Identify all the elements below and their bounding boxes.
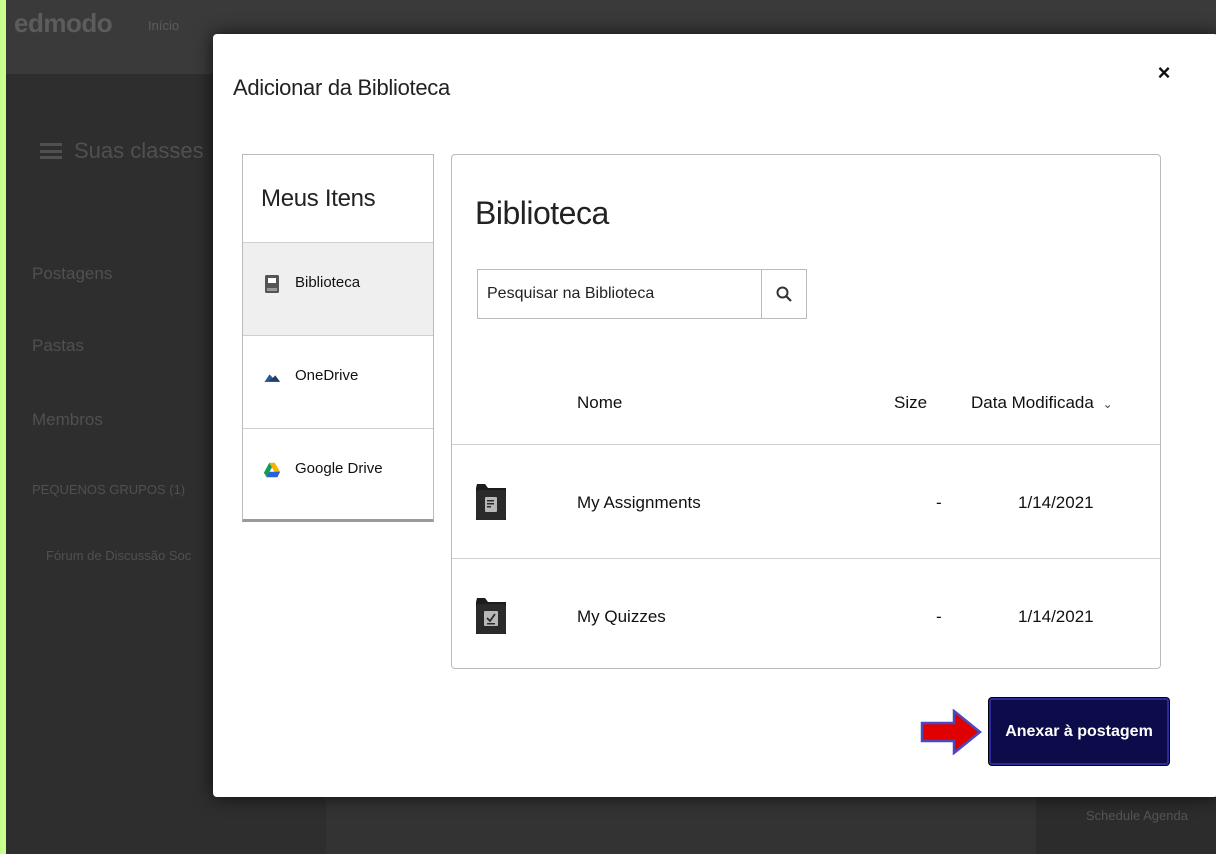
- add-from-library-dialog: Adicionar da Biblioteca × Meus Itens Bib…: [213, 34, 1216, 797]
- nav-postagens: Postagens: [32, 264, 113, 283]
- source-item-biblioteca[interactable]: Biblioteca: [243, 243, 433, 336]
- library-panel: Biblioteca Nome Size Data Modificada ⌄ M…: [451, 154, 1161, 669]
- quiz-folder-icon: [476, 598, 506, 634]
- row-size: -: [936, 607, 942, 626]
- nav-group-item: Fórum de Discussão Soc: [46, 548, 192, 563]
- nav-pequenos-grupos: PEQUENOS GRUPOS (1): [32, 482, 186, 497]
- panel-title: Biblioteca: [475, 195, 609, 231]
- attach-to-post-button[interactable]: Anexar à postagem: [989, 698, 1169, 765]
- column-header-date-label: Data Modificada: [971, 393, 1094, 412]
- search-input[interactable]: [478, 270, 761, 318]
- source-label: OneDrive: [295, 367, 359, 384]
- edmodo-logo: edmodo: [14, 8, 113, 38]
- menu-icon: [40, 143, 62, 159]
- schedule-label: Schedule Agenda: [1086, 808, 1188, 823]
- nav-membros: Membros: [32, 410, 103, 429]
- dialog-title: Adicionar da Biblioteca: [233, 75, 450, 100]
- nav-pastas: Pastas: [32, 336, 84, 355]
- row-name: My Quizzes: [577, 607, 666, 626]
- close-button[interactable]: ×: [1151, 60, 1177, 86]
- source-label: Biblioteca: [295, 274, 361, 291]
- classes-label: Suas classes: [74, 138, 204, 163]
- row-name: My Assignments: [577, 493, 701, 512]
- search-icon[interactable]: [761, 270, 806, 318]
- sources-header: Meus Itens: [243, 155, 433, 243]
- table-row[interactable]: My Quizzes - 1/14/2021: [452, 559, 1160, 672]
- column-header-date[interactable]: Data Modificada ⌄: [971, 393, 1113, 413]
- row-size: -: [936, 493, 942, 512]
- onedrive-icon: [263, 367, 281, 387]
- classes-menu: Suas classes: [40, 138, 204, 164]
- google-drive-icon: [263, 460, 281, 480]
- source-item-onedrive[interactable]: OneDrive: [243, 336, 433, 429]
- assignment-folder-icon: [476, 484, 506, 520]
- table-row[interactable]: My Assignments - 1/14/2021: [452, 445, 1160, 558]
- library-search: [477, 269, 807, 319]
- column-header-name[interactable]: Nome: [577, 393, 622, 413]
- column-header-size[interactable]: Size: [894, 393, 927, 413]
- sources-list: Meus Itens Biblioteca OneDrive Google Dr…: [242, 154, 434, 522]
- nav-inicio: Início: [148, 18, 180, 33]
- row-date: 1/14/2021: [1018, 493, 1094, 512]
- source-item-google-drive[interactable]: Google Drive: [243, 429, 433, 522]
- source-label: Google Drive: [295, 460, 383, 477]
- sort-chevron-icon: ⌄: [1102, 397, 1113, 411]
- library-icon: [263, 274, 281, 294]
- red-arrow-icon: [920, 709, 982, 755]
- row-date: 1/14/2021: [1018, 607, 1094, 626]
